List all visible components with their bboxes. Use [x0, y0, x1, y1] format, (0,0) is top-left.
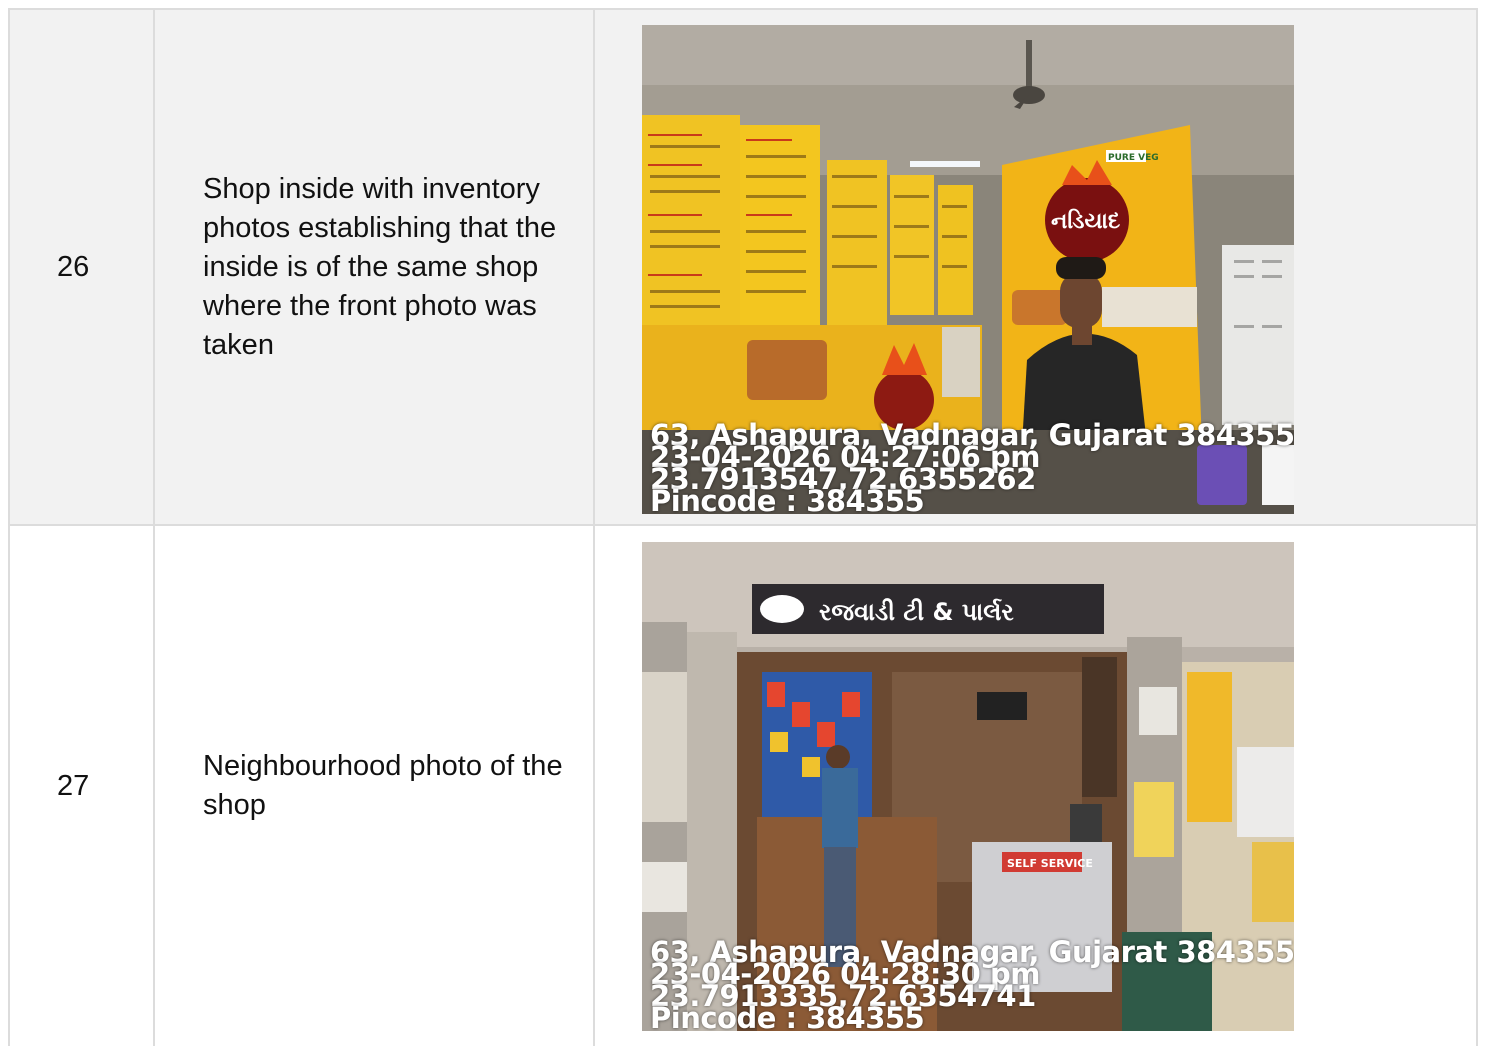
neighbourhood-photo: રજવાડી ટી & પાર્લર SELF SERVICE 63, Asha…	[642, 542, 1294, 1031]
shop-sign-text: રજવાડી ટી & પાર્લર	[819, 598, 1014, 626]
row-description: Shop inside with inventory photos establ…	[155, 10, 595, 524]
photo-cell: PURE VEG નડિયાદ 63, Ashapura, Vadnagar, …	[595, 10, 1476, 524]
evidence-table: 26 Shop inside with inventory photos est…	[8, 8, 1478, 1046]
photo-cell: રજવાડી ટી & પાર્લર SELF SERVICE 63, Asha…	[595, 526, 1476, 1046]
shop-inside-photo: PURE VEG નડિયાદ 63, Ashapura, Vadnagar, …	[642, 25, 1294, 514]
geotag-overlay: 63, Ashapura, Vadnagar, Gujarat 384355, …	[650, 421, 1294, 515]
pure-veg-badge: PURE VEG	[1108, 153, 1159, 163]
geotag-overlay: 63, Ashapura, Vadnagar, Gujarat 384355, …	[650, 938, 1294, 1032]
row-description: Neighbourhood photo of the shop	[155, 526, 595, 1046]
self-service-label: SELF SERVICE	[1007, 857, 1093, 870]
table-row: 26 Shop inside with inventory photos est…	[10, 10, 1476, 526]
row-number: 27	[10, 526, 155, 1046]
shop-sign-text: નડિયાદ	[1051, 208, 1120, 234]
table-row: 27 Neighbourhood photo of the shop રજવાડ…	[10, 526, 1476, 1046]
row-number: 26	[10, 10, 155, 524]
